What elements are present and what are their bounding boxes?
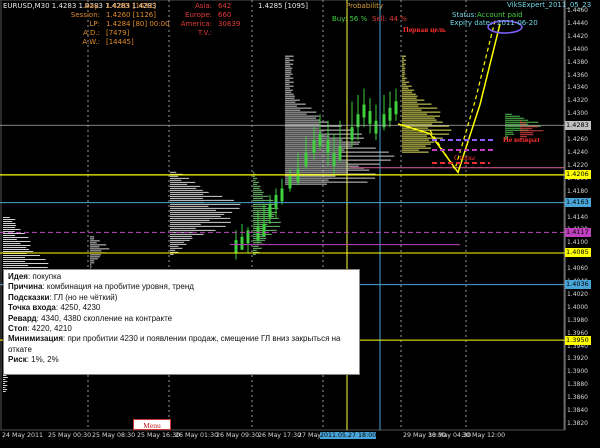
price-tick-label: 1.4180	[567, 187, 588, 195]
candle-body	[374, 120, 378, 134]
note-idea: Идея: покупка	[8, 272, 62, 281]
candle-body	[388, 107, 392, 121]
price-tag: 1.4206	[565, 170, 591, 180]
candle-body	[350, 127, 354, 141]
candle-body	[362, 104, 366, 118]
price-tick-label: 1.3920	[567, 355, 588, 363]
price-tick-label: 1.4400	[567, 45, 588, 53]
candle-body	[268, 204, 272, 218]
expiry-value: 2011-06-20	[497, 19, 538, 27]
expiry-label: Expiry date:	[450, 19, 493, 27]
trade-note-panel: Идея: покупка Причина: комбинация на про…	[3, 269, 360, 375]
note-hints: Подсказки: ГЛ (но не чёткий)	[8, 292, 118, 302]
probability-sell: Sell: 44 %	[372, 15, 408, 23]
probability-label: Probability	[346, 2, 384, 10]
price-tick-label: 1.4220	[567, 161, 588, 169]
stats-labels-left: Day: Session: LP: A.D.: A.W.:	[70, 2, 100, 46]
stats-values-mid: 642 660 30839	[218, 2, 241, 28]
candle-body	[288, 175, 292, 189]
price-tick-label: 1.3840	[567, 407, 588, 415]
candle-body	[304, 152, 308, 166]
price-tick-label: 1.4260	[567, 136, 588, 144]
time-tick-label: 25 May 16:30	[137, 432, 181, 439]
price-tag: 1.4036	[565, 280, 591, 290]
time-tick-label: 24 May 2011	[2, 432, 44, 439]
candle-body	[332, 152, 336, 166]
price-tick-label: 1.4060	[567, 265, 588, 273]
price-tick-label: 1.4340	[567, 84, 588, 92]
mid-price-readout: 1.4285 [1095]	[258, 2, 308, 10]
note-minimization: Минимизация: при пробитии 4230 и появлен…	[8, 334, 341, 354]
stats-labels-mid: Asia: Europe: America: T.V.:	[180, 2, 212, 37]
note-risk: Риск: 1%, 2%	[8, 355, 59, 365]
price-tick-label: 1.3980	[567, 316, 588, 324]
probability-buy: Buy: 56 %	[332, 15, 368, 23]
candle-body	[312, 140, 316, 153]
note-stop: Стоп: 4220, 4210	[8, 324, 72, 334]
time-tick-label: 26 May 17:30	[258, 432, 302, 439]
price-tag: 1.4085	[565, 248, 591, 258]
candle-body	[280, 188, 284, 202]
volume-profile-day5	[402, 55, 452, 153]
time-tick-label: 25 May 08:30	[92, 432, 136, 439]
candle-body	[234, 240, 238, 253]
candle-body	[394, 101, 398, 115]
price-tick-label: 1.4140	[567, 213, 588, 221]
price-tag: 1.4117	[565, 227, 591, 237]
candle-body	[256, 227, 260, 241]
price-tick-label: 1.4320	[567, 97, 588, 105]
price-tick-label: 1.4020	[567, 290, 588, 298]
note-reason: Причина: комбинация на пробитие уровня, …	[8, 282, 194, 292]
price-tick-label: 1.4460	[567, 7, 588, 14]
price-tick-label: 1.4420	[567, 32, 588, 40]
candle-body	[274, 194, 278, 208]
price-tick-label: 1.3860	[567, 394, 588, 402]
no-return-label: Не возврат	[503, 135, 541, 144]
candle-body	[326, 140, 330, 153]
stats-values-left: 1.4285 [1692] 1.4260 [1126] 1.4284 [80] …	[106, 2, 170, 46]
volume-profile-day3	[170, 171, 241, 255]
candle-body	[240, 236, 244, 250]
stops-label: Стопы	[454, 153, 475, 162]
time-tick-label: 25 May 00:30	[48, 432, 92, 439]
price-tick-label: 1.4380	[567, 58, 588, 66]
candle-body	[368, 111, 372, 124]
price-tag: 1.4283	[565, 120, 591, 130]
time-tick-label: 26 May 09:30	[216, 432, 260, 439]
volume-profile-day4	[285, 55, 395, 185]
price-tag: 1.4163	[565, 198, 591, 208]
note-reward: Ревард: 4340, 4380 скопление на контракт…	[8, 313, 173, 323]
price-tick-label: 1.4300	[567, 110, 588, 118]
candle-body	[262, 223, 266, 237]
menu-button[interactable]: Menu	[133, 419, 171, 430]
note-entry: Точка входа: 4250, 4230	[8, 303, 101, 313]
price-tick-label: 1.4100	[567, 239, 588, 247]
candle-body	[318, 133, 322, 147]
price-tick-label: 1.4000	[567, 303, 588, 311]
price-tick-label: 1.3880	[567, 381, 588, 389]
time-tick-label: 30 May 12:00	[462, 432, 506, 439]
trading-terminal-chart: { "title_bar": { "symbol": "EURUSD,M30",…	[0, 0, 600, 448]
time-tick-label: 2011.05.27 18:00	[320, 432, 377, 439]
candle-body	[338, 146, 342, 160]
price-tick-label: 1.4360	[567, 71, 588, 79]
price-tick-label: 1.3900	[567, 368, 588, 376]
volume-profile-day3-green	[253, 171, 281, 255]
price-tick-label: 1.4440	[567, 19, 588, 27]
price-chart	[0, 0, 566, 431]
price-tick-label: 1.4240	[567, 148, 588, 156]
first-target-label: Первая цель	[403, 25, 446, 34]
price-tag: 1.3950	[565, 335, 591, 345]
price-tick-label: 1.3820	[567, 420, 588, 427]
time-tick-label: 26 May 01:30	[175, 432, 219, 439]
